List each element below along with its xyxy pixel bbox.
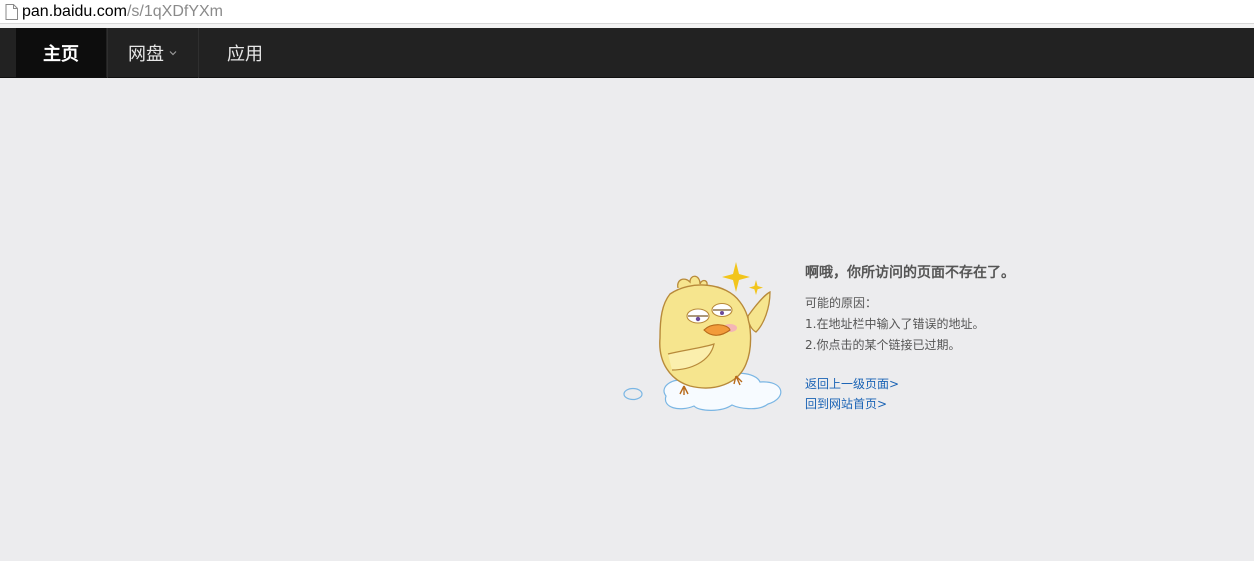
reason-item: 2.你点击的某个链接已过期。 [805, 338, 961, 352]
error-links: 返回上一级页面> 回到网站首页> [805, 374, 1125, 414]
error-page-content: 啊哦，你所访问的页面不存在了。 可能的原因： 1.在地址栏中输入了错误的地址。 … [0, 78, 1254, 561]
nav-item-label: 应用 [227, 44, 263, 65]
error-title: 啊哦，你所访问的页面不存在了。 [805, 265, 1015, 281]
home-link[interactable]: 回到网站首页> [805, 394, 1125, 414]
reason-item: 1.在地址栏中输入了错误的地址。 [805, 317, 985, 331]
back-link[interactable]: 返回上一级页面> [805, 374, 1125, 394]
nav-item-label: 主页 [43, 44, 79, 65]
reasons-heading: 可能的原因： [805, 296, 878, 310]
nav-item-apps[interactable]: 应用 [200, 28, 290, 78]
top-nav: 主页 网盘 应用 [0, 28, 1254, 78]
nav-item-label: 网盘 [128, 44, 164, 65]
url-path: /s/1qXDfYXm [126, 2, 223, 20]
url-host: pan.baidu.com [22, 2, 127, 20]
confused-chick-icon [623, 262, 782, 411]
chevron-down-icon [169, 51, 177, 56]
address-bar[interactable]: pan.baidu.com/s/1qXDfYXm [0, 0, 1254, 24]
nav-item-home[interactable]: 主页 [16, 28, 106, 78]
document-icon [5, 3, 18, 20]
nav-item-netdisk[interactable]: 网盘 [107, 28, 199, 78]
error-message: 啊哦，你所访问的页面不存在了。 可能的原因： 1.在地址栏中输入了错误的地址。 … [805, 263, 1125, 414]
